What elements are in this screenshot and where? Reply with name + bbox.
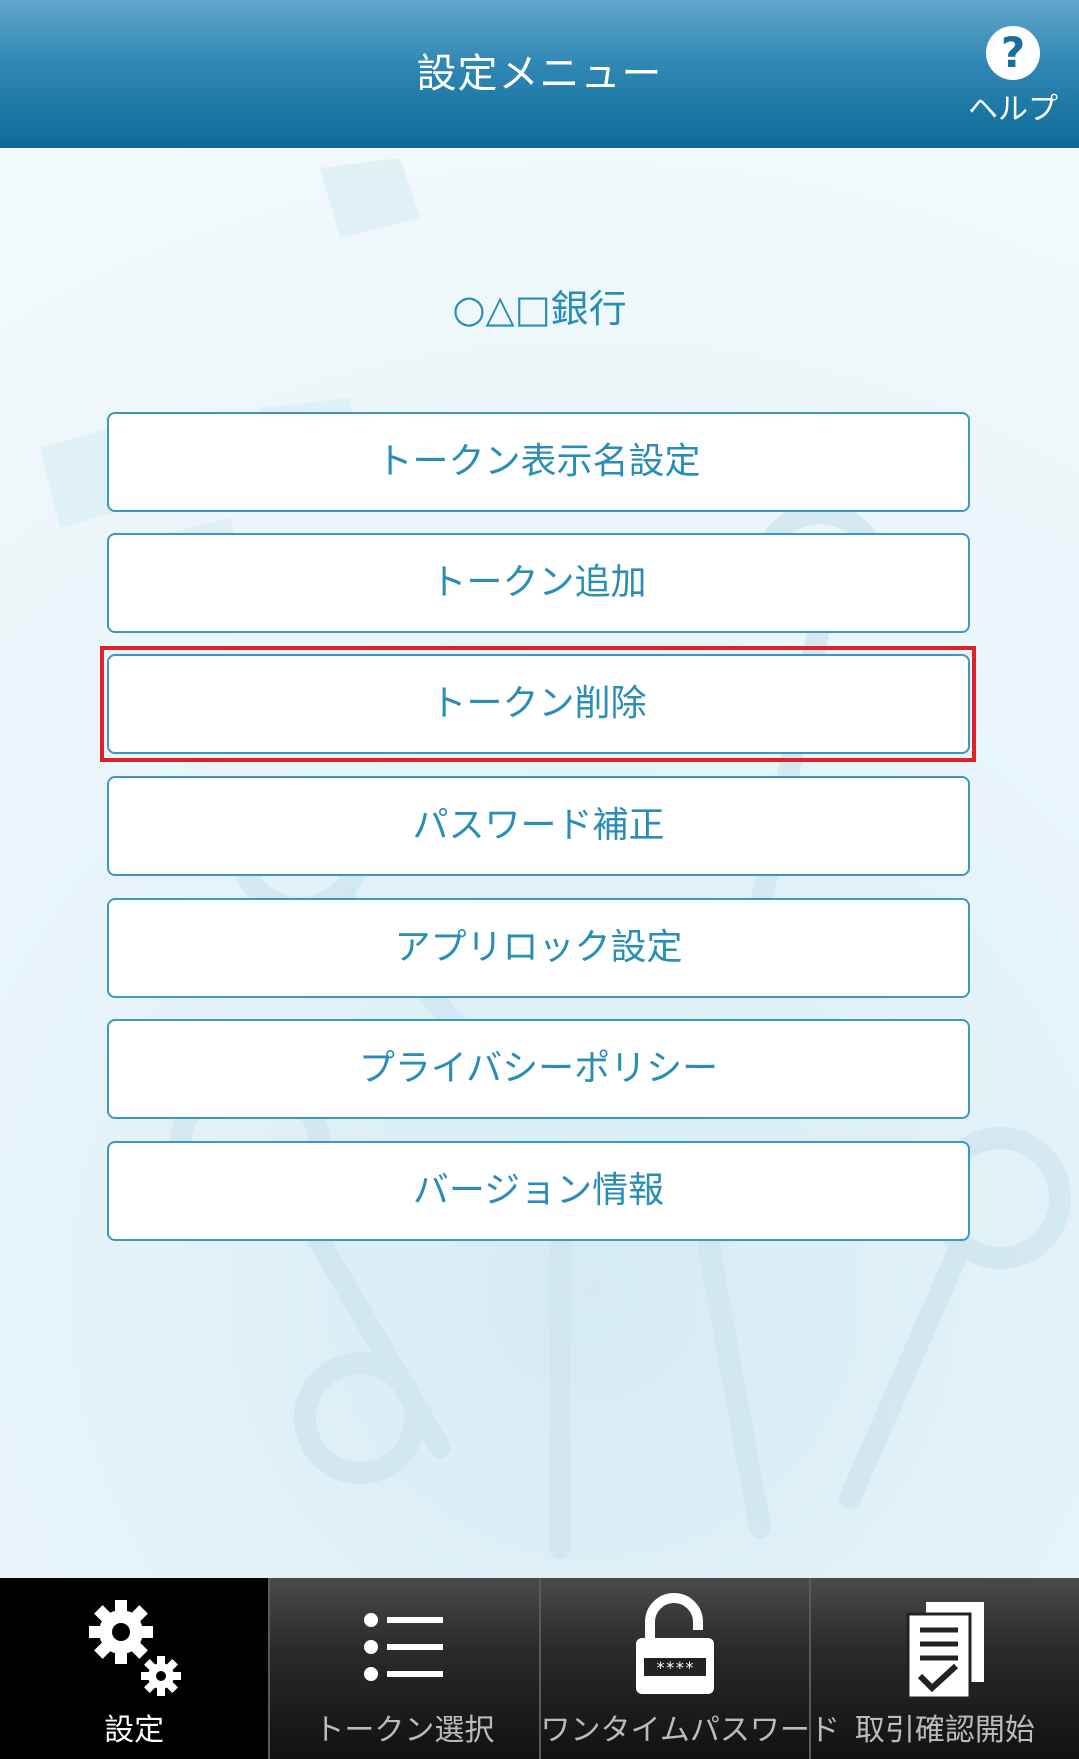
token-display-name-button[interactable]: トークン表示名設定 <box>107 412 970 512</box>
tab-one-time-password[interactable]: **** ワンタイムパスワード <box>540 1578 840 1759</box>
highlight-box <box>100 646 976 762</box>
help-icon: ? <box>986 26 1040 80</box>
password-correction-button[interactable]: パスワード補正 <box>107 776 970 876</box>
tab-transaction-confirm-label: 取引確認開始 <box>854 1713 1035 1748</box>
gears-icon <box>89 1600 182 1696</box>
app-lock-settings-button[interactable]: アプリロック設定 <box>107 898 970 998</box>
settings-content: ○△□銀行 トークン表示名設定 トークン追加 トークン削除 パスワード補正 アプ… <box>0 148 1079 1578</box>
document-check-icon <box>906 1602 984 1700</box>
help-button[interactable]: ? ヘルプ <box>963 26 1063 127</box>
tab-settings-label: 設定 <box>104 1713 165 1748</box>
list-icon <box>364 1613 444 1681</box>
help-label: ヘルプ <box>968 92 1058 127</box>
privacy-policy-button[interactable]: プライバシーポリシー <box>107 1019 970 1119</box>
lock-icon: **** <box>635 1593 714 1694</box>
tab-settings[interactable]: 設定 <box>0 1578 271 1759</box>
tab-one-time-password-label: ワンタイムパスワード <box>540 1713 840 1748</box>
bottom-tabbar: 設定 トークン選択 **** ワンタイムパスワード 取引確認開始 <box>0 1578 1079 1759</box>
page-title: 設定メニュー <box>416 51 663 97</box>
version-info-button[interactable]: バージョン情報 <box>107 1141 970 1241</box>
tab-token-select[interactable]: トークン選択 <box>270 1578 541 1759</box>
tab-transaction-confirm[interactable]: 取引確認開始 <box>811 1578 1079 1759</box>
bank-name: ○△□銀行 <box>452 287 627 331</box>
add-token-button[interactable]: トークン追加 <box>107 533 970 633</box>
app-header: 設定メニュー ? ヘルプ <box>0 0 1079 148</box>
pin-mask-text: **** <box>655 1658 694 1677</box>
tab-token-select-label: トークン選択 <box>314 1713 495 1748</box>
